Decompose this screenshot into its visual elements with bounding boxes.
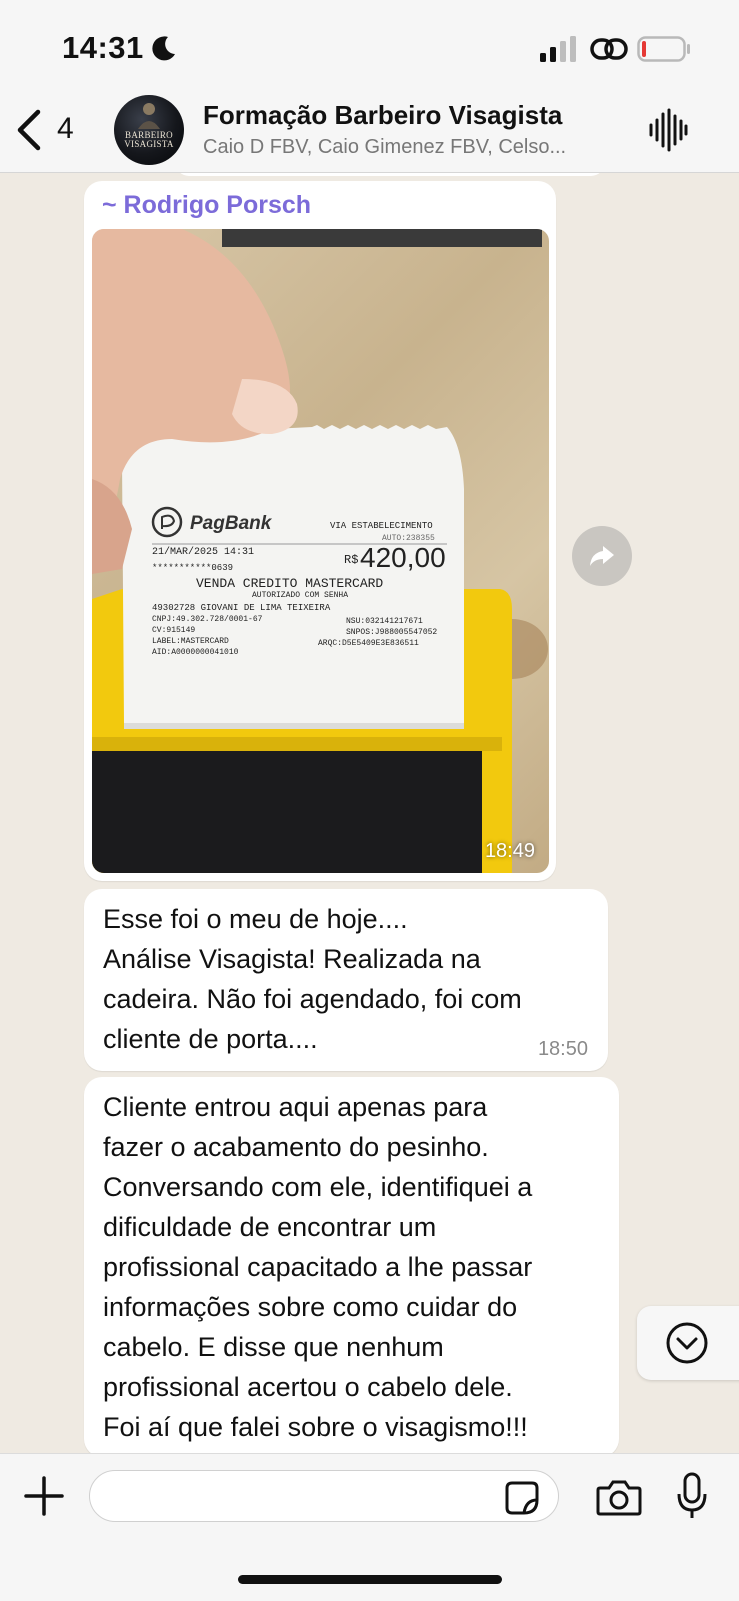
home-indicator[interactable] [238,1575,502,1584]
audio-call-icon[interactable] [648,108,688,152]
receipt-via: VIA ESTABELECIMENTO [330,521,433,531]
text-message[interactable]: Esse foi o meu de hoje.... Análise Visag… [84,889,608,1071]
receipt-label: LABEL:MASTERCARD [152,637,229,646]
receipt-amount: 420,00 [360,542,446,573]
status-time: 14:31 [62,30,144,65]
sender-name[interactable]: ~ Rodrigo Porsch [102,191,311,220]
message-line: Foi aí que falei sobre o visagismo!!! [103,1412,528,1442]
message-line: profissional capacitado a lhe passar [103,1252,533,1282]
message-line: fazer o acabamento do pesinho. [103,1132,489,1162]
chat-members[interactable]: Caio D FBV, Caio Gimenez FBV, Celso... [203,136,623,159]
forward-arrow-icon [590,546,614,566]
receipt-sale-type: VENDA CREDITO MASTERCARD [196,576,384,591]
chevron-down-circle-icon [666,1322,708,1364]
receipt-snpos: SNPOS:J988005547052 [346,628,438,637]
forward-button[interactable] [572,526,632,586]
unread-count[interactable]: 4 [57,112,74,146]
receipt-cnpj: CNPJ:49.302.728/0001-67 [152,615,263,624]
camera-icon[interactable] [596,1478,642,1516]
message-line: cabelo. E disse que nenhum [103,1332,444,1362]
barber-figure-icon [138,103,160,129]
mic-icon[interactable] [675,1472,709,1520]
message-line: Cliente entrou aqui apenas para [103,1092,488,1122]
message-input[interactable] [89,1470,559,1522]
receipt-cv: CV:915149 [152,626,196,635]
message-body: Esse foi o meu de hoje.... Análise Visag… [103,899,522,1059]
message-line: Conversando com ele, identifiquei a [103,1172,533,1202]
message-line: cliente de porta.... [103,1024,318,1054]
avatar-logo-text: BARBEIRO VISAGISTA [124,130,174,149]
receipt-merchant: 49302728 GIOVANI DE LIMA TEIXEIRA [152,603,331,613]
message-line: cadeira. Não foi agendado, foi com [103,984,522,1014]
group-avatar[interactable]: BARBEIRO VISAGISTA [114,95,184,165]
receipt-card: ***********0639 [152,563,234,573]
receipt-currency: R$ [344,553,359,567]
battery-icon [637,36,690,62]
receipt-auth: AUTORIZADO COM SENHA [252,591,349,600]
receipt-arqc: ARQC:D5E5409E3E836511 [318,639,419,648]
message-line: Análise Visagista! Realizada na [103,944,481,974]
signal-icon [540,36,576,62]
scroll-to-bottom-button[interactable] [637,1306,739,1380]
message-time: 18:50 [537,1038,588,1060]
receipt-photo[interactable]: PagBank VIA ESTABELECIMENTO AUTO:238355 … [92,229,549,873]
moon-icon [152,36,175,61]
link-icon [590,38,628,60]
receipt-nsu: NSU:032141217671 [346,617,423,626]
message-line: dificuldade de encontrar um [103,1212,437,1242]
text-message[interactable]: Cliente entrou aqui apenas para fazer o … [84,1077,619,1457]
chat-header: 14:31 4 BARBEIRO VISAGISTA Formação Barb… [0,0,739,173]
receipt-brand: PagBank [190,513,272,534]
sticker-icon[interactable] [504,1480,540,1516]
message-line: Esse foi o meu de hoje.... [103,904,408,934]
message-time: 18:49 [484,840,535,862]
image-message[interactable]: ~ Rodrigo Porsch PagBank VIA ESTABELECIM… [84,181,556,881]
message-line: profissional acertou o cabelo dele. [103,1372,513,1402]
message-body: Cliente entrou aqui apenas para fazer o … [103,1087,532,1447]
chat-title[interactable]: Formação Barbeiro Visagista [203,100,633,131]
back-chevron-icon[interactable] [14,108,44,152]
receipt-aid: AID:A0000000041010 [152,648,239,657]
plus-icon[interactable] [24,1476,64,1516]
receipt-date: 21/MAR/2025 14:31 [152,547,255,558]
message-line: informações sobre como cuidar do [103,1292,518,1322]
